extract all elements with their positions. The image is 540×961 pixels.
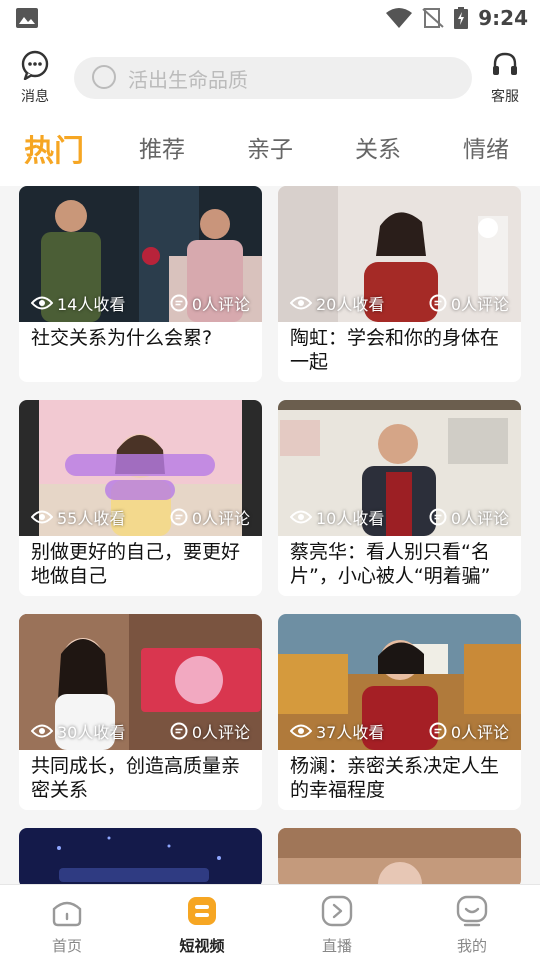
comment-icon <box>429 294 447 312</box>
card-stats: 20人收看 0人评论 <box>278 288 521 318</box>
play-icon <box>321 895 353 927</box>
video-card[interactable] <box>19 828 262 884</box>
headset-icon <box>493 52 517 75</box>
eye-icon <box>31 510 53 524</box>
video-card[interactable]: 37人收看 0人评论 杨澜：亲密关系决定人生的幸福程度 <box>278 614 521 810</box>
clock: 9:24 <box>478 6 528 30</box>
comment-icon <box>170 722 188 740</box>
card-stats: 30人收看 0人评论 <box>19 716 262 746</box>
message-label: 消息 <box>21 89 49 105</box>
search-placeholder: 活出生命品质 <box>128 67 248 92</box>
video-title: 别做更好的自己，要更好地做自己 <box>31 541 241 587</box>
card-stats: 55人收看 0人评论 <box>19 502 262 532</box>
profile-face-icon <box>456 895 488 927</box>
video-thumbnail <box>278 828 521 884</box>
view-count: 20人收看 <box>316 295 385 314</box>
nav-short-video-label: 短视频 <box>179 937 225 955</box>
eye-icon <box>290 724 312 738</box>
nav-live-label: 直播 <box>321 937 352 955</box>
tab-parenting[interactable]: 亲子 <box>225 130 315 164</box>
view-count: 37人收看 <box>316 723 385 742</box>
view-count: 30人收看 <box>57 723 126 742</box>
tab-hot[interactable]: 热门 <box>9 126 99 170</box>
search-input[interactable]: 活出生命品质 <box>74 57 472 99</box>
comment-count: 0人评论 <box>450 509 509 528</box>
image-notification-icon <box>16 8 38 28</box>
video-card[interactable]: 14人收看 0人评论 社交关系为什么会累? <box>19 186 262 382</box>
video-title: 共同成长，创造高质量亲密关系 <box>31 755 241 801</box>
eye-icon <box>31 296 53 310</box>
video-card[interactable] <box>278 828 521 884</box>
message-button[interactable]: 消息 <box>7 50 63 106</box>
status-bar: 9:24 <box>0 0 540 36</box>
nav-profile[interactable]: 我的 <box>422 895 522 956</box>
bottom-navigation: 首页 短视频 直播 我的 <box>0 884 540 961</box>
tab-emotion[interactable]: 情绪 <box>441 130 531 164</box>
video-title: 杨澜：亲密关系决定人生的幸福程度 <box>290 755 500 801</box>
video-feed: 14人收看 0人评论 社交关系为什么会累? 20人收看 0人评论 陶虹：学会和你… <box>0 186 540 884</box>
card-stats: 10人收看 0人评论 <box>278 502 521 532</box>
video-title: 社交关系为什么会累? <box>31 327 213 349</box>
card-stats: 37人收看 0人评论 <box>278 716 521 746</box>
video-card[interactable]: 10人收看 0人评论 蔡亮华：看人别只看“名片”，小心被人“明着骗” <box>278 400 521 596</box>
chat-bubble-icon <box>21 50 49 81</box>
video-card[interactable]: 55人收看 0人评论 别做更好的自己，要更好地做自己 <box>19 400 262 596</box>
battery-icon <box>454 7 469 29</box>
service-label: 客服 <box>491 89 519 105</box>
nav-profile-label: 我的 <box>456 937 487 955</box>
eye-icon <box>290 510 312 524</box>
tab-relationship[interactable]: 关系 <box>333 130 423 164</box>
comment-count: 0人评论 <box>450 295 509 314</box>
wifi-icon <box>386 8 413 28</box>
view-count: 10人收看 <box>316 509 385 528</box>
eye-icon <box>31 724 53 738</box>
nav-short-video[interactable]: 短视频 <box>152 895 252 956</box>
comment-icon <box>170 508 188 526</box>
comment-icon <box>170 294 188 312</box>
tab-recommend[interactable]: 推荐 <box>117 130 207 164</box>
video-thumbnail <box>19 828 262 884</box>
short-video-icon <box>188 897 216 925</box>
comment-count: 0人评论 <box>191 723 250 742</box>
comment-icon <box>429 508 447 526</box>
customer-service-button[interactable]: 客服 <box>477 50 533 106</box>
nav-home-label: 首页 <box>51 937 82 955</box>
comment-count: 0人评论 <box>191 295 250 314</box>
home-icon <box>52 901 82 927</box>
view-count: 55人收看 <box>57 509 126 528</box>
video-title: 陶虹：学会和你的身体在一起 <box>290 327 500 373</box>
top-header: 消息 活出生命品质 客服 <box>0 36 540 116</box>
video-title: 蔡亮华：看人别只看“名片”，小心被人“明着骗” <box>290 541 491 587</box>
comment-icon <box>429 722 447 740</box>
category-tabs: 热门 推荐 亲子 关系 情绪 <box>0 116 540 186</box>
video-card[interactable]: 30人收看 0人评论 共同成长，创造高质量亲密关系 <box>19 614 262 810</box>
video-card[interactable]: 20人收看 0人评论 陶虹：学会和你的身体在一起 <box>278 186 521 382</box>
view-count: 14人收看 <box>57 295 126 314</box>
nav-live[interactable]: 直播 <box>287 895 387 956</box>
no-signal-icon <box>422 8 444 28</box>
comment-count: 0人评论 <box>191 509 250 528</box>
nav-home[interactable]: 首页 <box>17 895 117 956</box>
comment-count: 0人评论 <box>450 723 509 742</box>
card-stats: 14人收看 0人评论 <box>19 288 262 318</box>
eye-icon <box>290 296 312 310</box>
search-icon <box>92 65 116 89</box>
